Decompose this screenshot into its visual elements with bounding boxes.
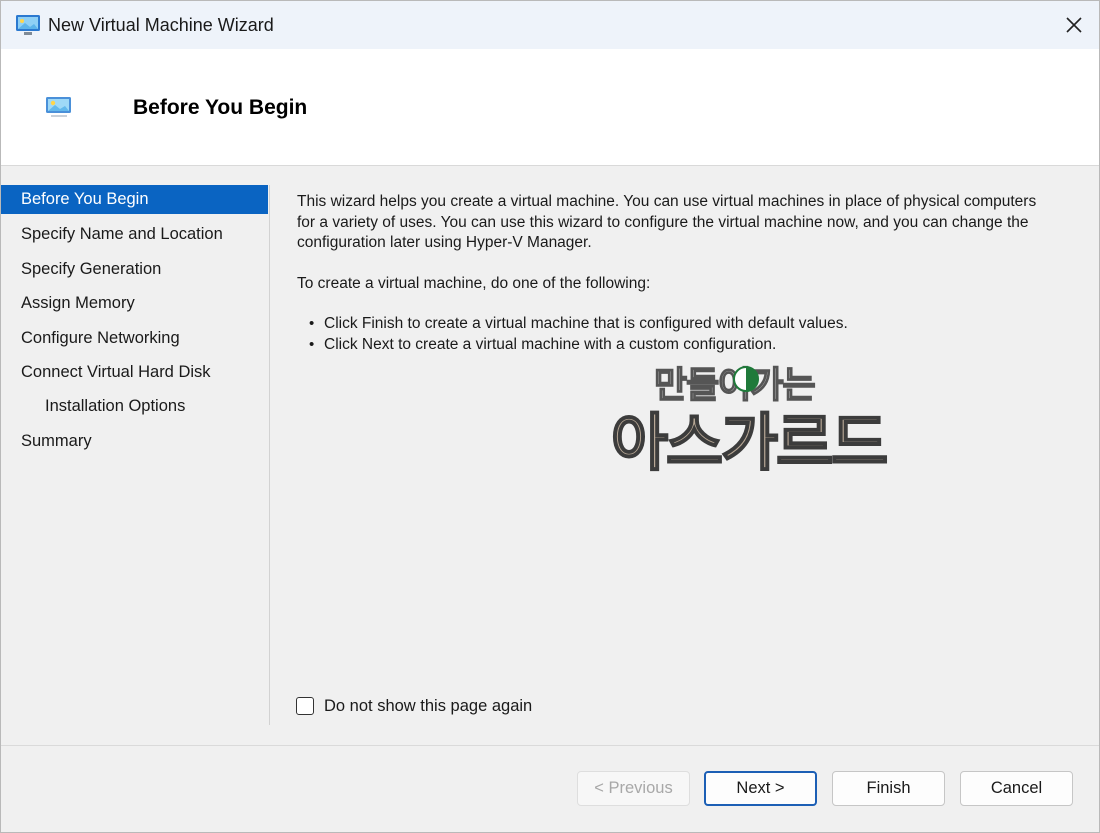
intro-paragraph: This wizard helps you create a virtual m… (297, 193, 1037, 251)
step-specify-generation[interactable]: Specify Generation (1, 254, 268, 288)
step-summary[interactable]: Summary (1, 426, 268, 460)
option-list: Click Finish to create a virtual machine… (297, 314, 1057, 355)
step-configure-networking[interactable]: Configure Networking (1, 323, 268, 357)
watermark-line2: 아스가르드 (611, 406, 886, 474)
close-icon (1066, 17, 1082, 33)
do-not-show-again-label[interactable]: Do not show this page again (324, 697, 532, 716)
page-title: Before You Begin (133, 96, 308, 119)
page-content: This wizard helps you create a virtual m… (297, 192, 1057, 355)
step-assign-memory[interactable]: Assign Memory (1, 288, 268, 322)
do-not-show-again-checkbox[interactable] (296, 697, 314, 715)
previous-button[interactable]: < Previous (577, 771, 690, 806)
list-item: Click Next to create a virtual machine w… (297, 335, 1057, 356)
footer-divider (1, 745, 1099, 746)
do-not-show-again-option: Do not show this page again (296, 694, 532, 718)
wizard-steps-nav: Before You Begin Specify Name and Locati… (1, 185, 268, 460)
watermark-line1: 만들어가는 (654, 365, 815, 406)
step-installation-options[interactable]: Installation Options (1, 391, 268, 425)
instruction-paragraph: To create a virtual machine, do one of t… (297, 274, 651, 292)
next-button[interactable]: Next > (704, 771, 817, 806)
list-item: Click Finish to create a virtual machine… (297, 314, 1057, 335)
step-specify-name-and-location[interactable]: Specify Name and Location (1, 219, 268, 253)
finish-button[interactable]: Finish (832, 771, 945, 806)
watermark-logo: 만들어가는 아스가르드 (610, 364, 889, 474)
wizard-header: Before You Begin (1, 49, 1099, 166)
cancel-button[interactable]: Cancel (960, 771, 1073, 806)
title-bar: New Virtual Machine Wizard (1, 1, 1099, 49)
window-title: New Virtual Machine Wizard (48, 15, 274, 35)
step-before-you-begin[interactable]: Before You Begin (1, 185, 268, 214)
virtual-machine-icon (16, 15, 40, 35)
virtual-machine-icon (46, 97, 71, 117)
sidebar-divider (269, 185, 270, 725)
step-connect-virtual-hard-disk[interactable]: Connect Virtual Hard Disk (1, 357, 268, 391)
wizard-window: New Virtual Machine Wizard Before You Be… (0, 0, 1100, 833)
close-button[interactable] (1049, 1, 1099, 49)
